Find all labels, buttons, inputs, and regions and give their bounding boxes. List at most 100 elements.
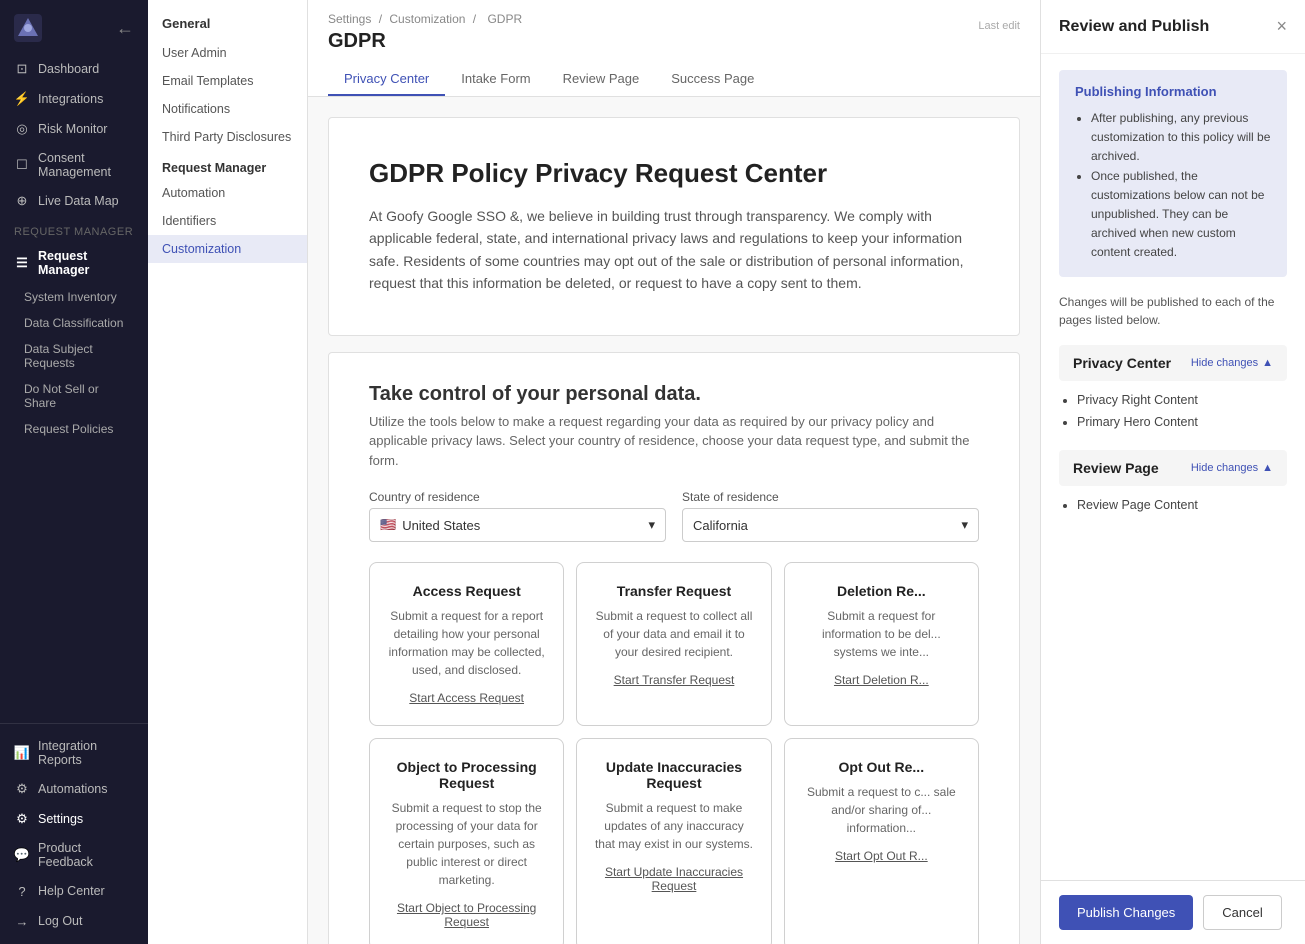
opt-out-link[interactable]: Start Opt Out R... xyxy=(801,849,962,863)
take-control-title: Take control of your personal data. xyxy=(369,383,979,406)
page-content: Settings / Customization / GDPR GDPR Las… xyxy=(308,0,1040,944)
take-control-subtitle: Utilize the tools below to make a reques… xyxy=(369,412,979,471)
cancel-button[interactable]: Cancel xyxy=(1203,895,1281,930)
state-chevron-icon: ▾ xyxy=(961,517,968,533)
sidebar-item-do-not-sell[interactable]: Do Not Sell or Share xyxy=(0,376,148,416)
sidebar-item-log-out[interactable]: → Log Out xyxy=(0,906,148,936)
privacy-center-toggle[interactable]: Hide changes ▲ xyxy=(1191,357,1273,369)
transfer-request-title: Transfer Request xyxy=(593,583,754,599)
sidebar-nav: ⊡ Dashboard ⚡ Integrations ◎ Risk Monito… xyxy=(0,50,148,723)
access-request-card: Access Request Submit a request for a re… xyxy=(369,562,564,726)
tabs: Privacy Center Intake Form Review Page S… xyxy=(328,63,1020,96)
object-processing-text: Submit a request to stop the processing … xyxy=(386,799,547,889)
opt-out-card: Opt Out Re... Submit a request to c... s… xyxy=(784,738,979,944)
sidebar-item-automations[interactable]: ⚙ Automations xyxy=(0,774,148,804)
country-label: Country of residence xyxy=(369,490,666,504)
integrations-icon: ⚡ xyxy=(14,91,30,107)
chevron-up-icon: ▲ xyxy=(1262,357,1273,369)
breadcrumb-settings[interactable]: Settings xyxy=(328,12,371,26)
hero-text: At Goofy Google SSO &, we believe in bui… xyxy=(369,205,979,295)
request-manager-section-label: Request Manager xyxy=(0,216,148,242)
request-manager-icon: ☰ xyxy=(14,255,30,271)
object-processing-title: Object to Processing Request xyxy=(386,759,547,791)
sidebar-item-dashboard[interactable]: ⊡ Dashboard xyxy=(0,54,148,84)
tab-review-page[interactable]: Review Page xyxy=(547,63,656,96)
automations-icon: ⚙ xyxy=(14,781,30,797)
deletion-request-title: Deletion Re... xyxy=(801,583,962,599)
integration-reports-icon: 📊 xyxy=(14,745,30,761)
sidebar-item-request-policies[interactable]: Request Policies xyxy=(0,416,148,442)
privacy-center-section-header[interactable]: Privacy Center Hide changes ▲ xyxy=(1059,345,1287,381)
deletion-request-link[interactable]: Start Deletion R... xyxy=(801,673,962,687)
review-page-content-item: Review Page Content xyxy=(1077,494,1287,517)
publish-changes-button[interactable]: Publish Changes xyxy=(1059,895,1193,930)
review-page-section-header[interactable]: Review Page Hide changes ▲ xyxy=(1059,450,1287,486)
access-request-title: Access Request xyxy=(386,583,547,599)
page-title: GDPR xyxy=(328,30,526,53)
breadcrumb-customization[interactable]: Customization xyxy=(389,12,465,26)
country-chevron-icon: ▾ xyxy=(648,517,655,533)
help-icon: ? xyxy=(14,883,30,899)
settings-item-customization[interactable]: Customization xyxy=(148,235,307,263)
review-page-toggle[interactable]: Hide changes ▲ xyxy=(1191,462,1273,474)
update-inaccuracies-title: Update Inaccuracies Request xyxy=(593,759,754,791)
sidebar-item-help-center[interactable]: ? Help Center xyxy=(0,876,148,906)
back-button[interactable]: ← xyxy=(116,18,134,39)
last-edit: Last edit xyxy=(978,12,1020,32)
dashboard-icon: ⊡ xyxy=(14,61,30,77)
settings-item-automation[interactable]: Automation xyxy=(148,179,307,207)
sidebar-item-risk-monitor[interactable]: ◎ Risk Monitor xyxy=(0,114,148,144)
object-processing-link[interactable]: Start Object to Processing Request xyxy=(386,901,547,929)
transfer-request-text: Submit a request to collect all of your … xyxy=(593,607,754,661)
sidebar-bottom: 📊 Integration Reports ⚙ Automations ⚙ Se… xyxy=(0,723,148,944)
hero-card: GDPR Policy Privacy Request Center At Go… xyxy=(328,117,1020,336)
close-icon[interactable]: × xyxy=(1276,16,1287,37)
sidebar-item-settings[interactable]: ⚙ Settings xyxy=(0,804,148,834)
access-request-link[interactable]: Start Access Request xyxy=(386,691,547,705)
country-select[interactable]: 🇺🇸 United States ▾ xyxy=(369,508,666,542)
sidebar-item-request-manager[interactable]: ☰ Request Manager xyxy=(0,242,148,284)
sidebar-item-consent-management[interactable]: ☐ Consent Management xyxy=(0,144,148,186)
sidebar-item-integrations[interactable]: ⚡ Integrations xyxy=(0,84,148,114)
sidebar-item-live-data-map[interactable]: ⊕ Live Data Map xyxy=(0,186,148,216)
tab-intake-form[interactable]: Intake Form xyxy=(445,63,546,96)
take-control-card: Take control of your personal data. Util… xyxy=(328,352,1020,944)
privacy-center-section: Privacy Center Hide changes ▲ Privacy Ri… xyxy=(1059,345,1287,434)
product-feedback-icon: 💬 xyxy=(14,847,30,863)
tab-success-page[interactable]: Success Page xyxy=(655,63,770,96)
review-page-section-title: Review Page xyxy=(1073,460,1159,476)
review-page-section: Review Page Hide changes ▲ Review Page C… xyxy=(1059,450,1287,517)
settings-item-notifications[interactable]: Notifications xyxy=(148,95,307,123)
state-select[interactable]: California ▾ xyxy=(682,508,979,542)
review-panel-header: Review and Publish × xyxy=(1041,0,1305,54)
settings-item-email-templates[interactable]: Email Templates xyxy=(148,67,307,95)
update-inaccuracies-link[interactable]: Start Update Inaccuracies Request xyxy=(593,865,754,893)
tab-privacy-center[interactable]: Privacy Center xyxy=(328,63,445,96)
publishing-info-box: Publishing Information After publishing,… xyxy=(1059,70,1287,277)
review-panel-body: Publishing Information After publishing,… xyxy=(1041,54,1305,880)
review-panel: Review and Publish × Publishing Informat… xyxy=(1040,0,1305,944)
access-request-text: Submit a request for a report detailing … xyxy=(386,607,547,679)
country-group: Country of residence 🇺🇸 United States ▾ xyxy=(369,490,666,542)
request-manager-section: Request Manager xyxy=(148,151,307,179)
review-page-chevron-up-icon: ▲ xyxy=(1262,462,1273,474)
publishing-info-title: Publishing Information xyxy=(1075,84,1271,99)
sidebar-item-data-classification[interactable]: Data Classification xyxy=(0,310,148,336)
sidebar-header: ← xyxy=(0,0,148,50)
settings-item-user-admin[interactable]: User Admin xyxy=(148,39,307,67)
transfer-request-link[interactable]: Start Transfer Request xyxy=(593,673,754,687)
logout-icon: → xyxy=(14,913,30,929)
settings-item-identifiers[interactable]: Identifiers xyxy=(148,207,307,235)
breadcrumb: Settings / Customization / GDPR xyxy=(328,12,526,26)
sidebar-item-integration-reports[interactable]: 📊 Integration Reports xyxy=(0,732,148,774)
opt-out-text: Submit a request to c... sale and/or sha… xyxy=(801,783,962,837)
sidebar-item-product-feedback[interactable]: 💬 Product Feedback xyxy=(0,834,148,876)
sidebar-item-system-inventory[interactable]: System Inventory xyxy=(0,284,148,310)
deletion-request-card: Deletion Re... Submit a request for info… xyxy=(784,562,979,726)
privacy-right-content-item: Privacy Right Content xyxy=(1077,389,1287,412)
settings-item-third-party[interactable]: Third Party Disclosures xyxy=(148,123,307,151)
review-page-changes-list: Review Page Content xyxy=(1059,494,1287,517)
live-data-map-icon: ⊕ xyxy=(14,193,30,209)
review-panel-footer: Publish Changes Cancel xyxy=(1041,880,1305,944)
sidebar-item-data-subject-requests[interactable]: Data Subject Requests xyxy=(0,336,148,376)
